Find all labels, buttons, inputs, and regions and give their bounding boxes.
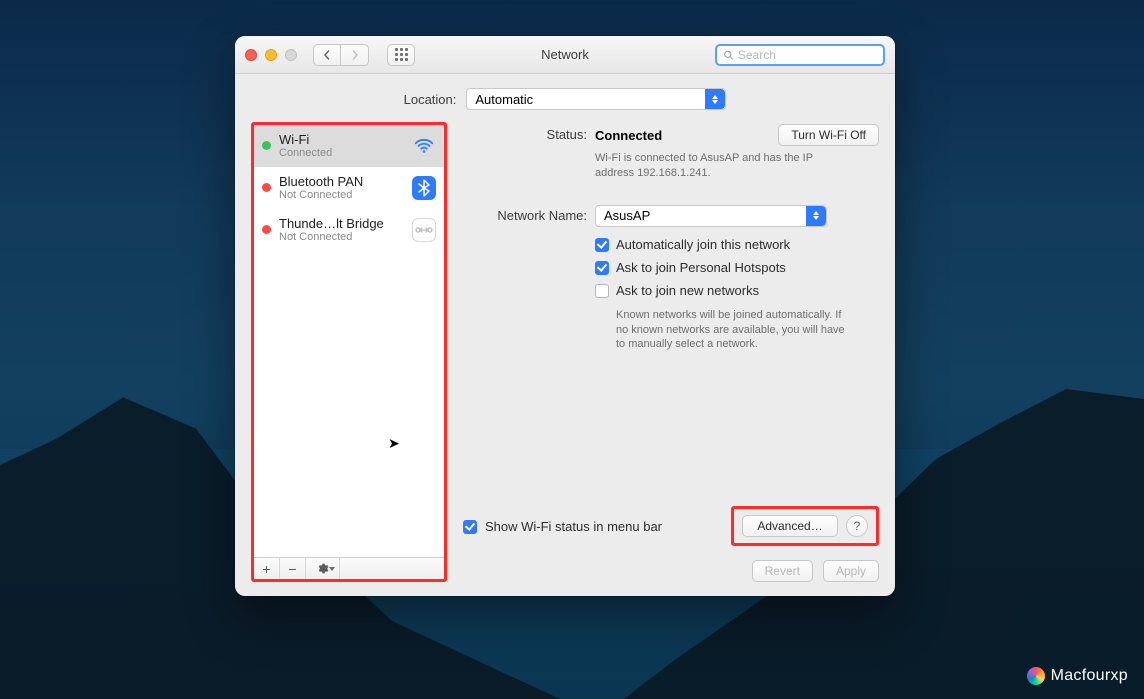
grid-icon [395,48,408,61]
ask-new-networks-desc: Known networks will be joined automatica… [616,308,846,353]
show-menubar-label: Show Wi-Fi status in menu bar [485,519,662,534]
network-preferences-window: Network Location: Automatic Wi-Fi C [235,36,895,596]
service-status: Connected [279,147,404,159]
wifi-toggle-button[interactable]: Turn Wi-Fi Off [778,124,879,146]
window-controls [245,49,297,61]
location-select[interactable]: Automatic [466,88,726,110]
forward-button[interactable] [341,44,369,66]
service-list-toolbar: + − [254,557,444,579]
advanced-highlight-box: Advanced… ? [731,506,879,546]
ask-new-networks-label: Ask to join new networks [616,283,759,298]
status-description: Wi-Fi is connected to AsusAP and has the… [595,151,845,181]
status-dot-icon [262,141,271,150]
service-item-thunderbolt[interactable]: Thunde…lt Bridge Not Connected [254,209,444,251]
status-dot-icon [262,225,271,234]
advanced-button[interactable]: Advanced… [742,515,838,537]
status-label: Status: [463,124,595,142]
chevron-updown-icon [705,89,725,109]
help-button[interactable]: ? [846,515,868,537]
service-list-panel: Wi-Fi Connected Bluetooth PAN Not Connec… [251,122,447,582]
ask-hotspot-label: Ask to join Personal Hotspots [616,260,786,275]
show-menubar-checkbox[interactable] [463,520,477,534]
search-icon [723,49,734,61]
nav-buttons [313,44,369,66]
service-actions-button[interactable] [306,558,340,579]
auto-join-label: Automatically join this network [616,237,790,252]
watermark-text: Macfourxp [1051,667,1128,685]
apply-button[interactable]: Apply [823,560,879,582]
gear-icon [316,562,329,575]
service-status: Not Connected [279,231,404,243]
location-value: Automatic [475,92,533,107]
search-input[interactable] [738,48,877,62]
service-status: Not Connected [279,189,404,201]
location-label: Location: [404,92,457,107]
ask-hotspot-checkbox[interactable] [595,261,609,275]
status-value: Connected [595,128,662,143]
service-item-bluetooth[interactable]: Bluetooth PAN Not Connected [254,167,444,209]
bluetooth-icon [412,176,436,200]
service-item-wifi[interactable]: Wi-Fi Connected [254,125,444,167]
add-service-button[interactable]: + [254,558,280,579]
remove-service-button[interactable]: − [280,558,306,579]
search-field[interactable] [715,44,885,66]
network-name-select[interactable]: AsusAP [595,205,827,227]
network-name-label: Network Name: [463,205,595,223]
network-name-value: AsusAP [604,208,650,223]
thunderbolt-icon [412,218,436,242]
status-dot-icon [262,183,271,192]
back-button[interactable] [313,44,341,66]
wifi-icon [412,134,436,158]
service-list[interactable]: Wi-Fi Connected Bluetooth PAN Not Connec… [254,125,444,557]
auto-join-checkbox[interactable] [595,238,609,252]
zoom-window-button[interactable] [285,49,297,61]
watermark: Macfourxp [1027,667,1128,685]
minimize-window-button[interactable] [265,49,277,61]
show-all-button[interactable] [387,44,415,66]
ask-new-networks-checkbox[interactable] [595,284,609,298]
watermark-logo-icon [1027,667,1045,685]
service-name: Thunde…lt Bridge [279,216,404,231]
revert-button[interactable]: Revert [752,560,813,582]
chevron-updown-icon [806,206,826,226]
service-name: Wi-Fi [279,132,404,147]
service-detail-panel: Status: Connected Turn Wi-Fi Off Wi-Fi i… [461,122,879,582]
close-window-button[interactable] [245,49,257,61]
service-name: Bluetooth PAN [279,174,404,189]
titlebar: Network [235,36,895,74]
